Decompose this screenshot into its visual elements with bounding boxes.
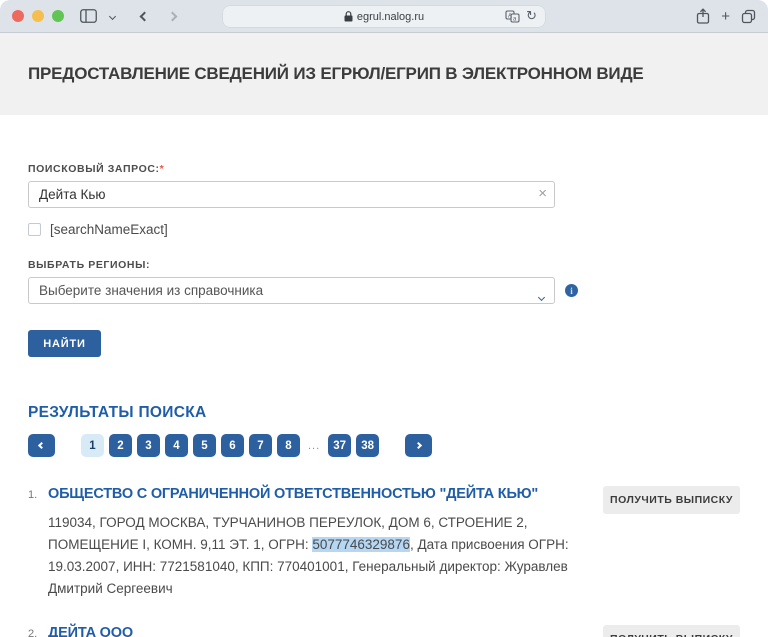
pagination-page-8[interactable]: 8 (277, 434, 300, 457)
url-text: egrul.nalog.ru (357, 11, 424, 23)
result-details: 119034, ГОРОД МОСКВА, ТУРЧАНИНОВ ПЕРЕУЛО… (48, 512, 593, 600)
get-statement-button[interactable]: ПОЛУЧИТЬ ВЫПИСКУ (603, 486, 740, 514)
browser-toolbar: egrul.nalog.ru Aa ↻ + (0, 0, 768, 33)
info-icon[interactable]: i (565, 284, 578, 297)
browser-window: egrul.nalog.ru Aa ↻ + ПРЕДОСТАВЛЕНИЕ СВЕ… (0, 0, 768, 637)
reload-icon[interactable]: ↻ (526, 8, 537, 24)
result-title-link[interactable]: ОБЩЕСТВО С ОГРАНИЧЕННОЙ ОТВЕТСТВЕННОСТЬЮ… (48, 486, 603, 502)
pagination-page-5[interactable]: 5 (193, 434, 216, 457)
highlighted-ogrn: 5077746329876 (312, 537, 410, 552)
pagination-page-2[interactable]: 2 (109, 434, 132, 457)
pagination-page-1[interactable]: 1 (81, 434, 104, 457)
search-query-input[interactable] (28, 181, 555, 208)
regions-label: ВЫБРАТЬ РЕГИОНЫ: (28, 259, 740, 271)
pagination: 1 2 3 4 5 6 7 8 ... 37 38 (28, 434, 740, 457)
tab-overview-icon[interactable] (741, 9, 756, 24)
page-title: ПРЕДОСТАВЛЕНИЕ СВЕДЕНИЙ ИЗ ЕГРЮЛ/ЕГРИП В… (28, 64, 644, 84)
forward-button (160, 4, 184, 28)
result-index: 1. (28, 486, 48, 600)
pagination-page-4[interactable]: 4 (165, 434, 188, 457)
result-row: 2. ДЕЙТА ООО 111395, ГОРОД МОСКВА, ВЕШНЯ… (28, 625, 740, 637)
page-header: ПРЕДОСТАВЛЕНИЕ СВЕДЕНИЙ ИЗ ЕГРЮЛ/ЕГРИП В… (0, 33, 768, 115)
pagination-page-6[interactable]: 6 (221, 434, 244, 457)
translate-icon[interactable]: Aa (505, 10, 520, 23)
pagination-page-38[interactable]: 38 (356, 434, 379, 457)
required-asterisk: * (160, 163, 165, 175)
lock-icon (344, 11, 353, 22)
search-name-exact-label: [searchNameExact] (50, 222, 168, 237)
sidebar-chevron-down-icon[interactable] (100, 4, 124, 28)
search-button[interactable]: НАЙТИ (28, 330, 101, 357)
address-bar[interactable]: egrul.nalog.ru Aa ↻ (223, 6, 545, 27)
svg-text:A: A (508, 13, 512, 19)
pagination-page-7[interactable]: 7 (249, 434, 272, 457)
zoom-window-button[interactable] (52, 10, 64, 22)
share-icon[interactable] (696, 8, 710, 24)
pagination-page-37[interactable]: 37 (328, 434, 351, 457)
chevron-down-icon (539, 287, 544, 305)
search-query-label: ПОИСКОВЫЙ ЗАПРОС:* (28, 163, 740, 175)
minimize-window-button[interactable] (32, 10, 44, 22)
close-window-button[interactable] (12, 10, 24, 22)
result-title-link[interactable]: ДЕЙТА ООО (48, 625, 603, 637)
pagination-page-3[interactable]: 3 (137, 434, 160, 457)
main-content: ПОИСКОВЫЙ ЗАПРОС:* × [searchNameExact] В… (0, 163, 768, 637)
pagination-ellipsis: ... (308, 440, 320, 452)
regions-select-placeholder: Выберите значения из справочника (39, 283, 263, 298)
new-tab-icon[interactable]: + (721, 9, 730, 24)
window-controls (12, 10, 64, 22)
results-heading: РЕЗУЛЬТАТЫ ПОИСКА (28, 404, 740, 422)
pagination-prev-button[interactable] (28, 434, 55, 457)
search-name-exact-checkbox[interactable] (28, 223, 41, 236)
sidebar-icon[interactable] (76, 4, 100, 28)
get-statement-button[interactable]: ПОЛУЧИТЬ ВЫПИСКУ (603, 625, 740, 637)
back-button[interactable] (132, 4, 156, 28)
regions-select[interactable]: Выберите значения из справочника (28, 277, 555, 304)
pagination-next-button[interactable] (405, 434, 432, 457)
result-index: 2. (28, 625, 48, 637)
clear-input-icon[interactable]: × (538, 185, 547, 203)
result-row: 1. ОБЩЕСТВО С ОГРАНИЧЕННОЙ ОТВЕТСТВЕННОС… (28, 486, 740, 600)
